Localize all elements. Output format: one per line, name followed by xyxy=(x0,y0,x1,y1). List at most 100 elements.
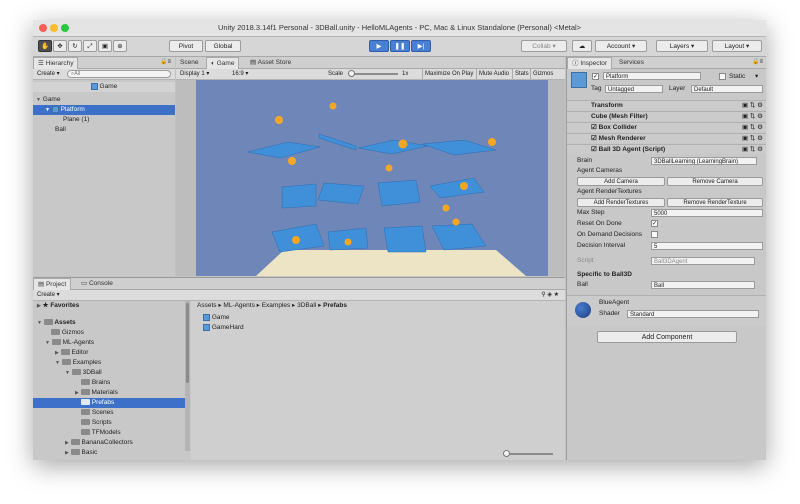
tab-scene[interactable]: Scene xyxy=(176,57,202,68)
hand-tool-icon[interactable]: ✋ xyxy=(38,40,52,52)
hierarchy-create-dropdown[interactable]: Create ▾ xyxy=(37,69,60,79)
tree-item-gizmos[interactable]: Gizmos xyxy=(51,328,84,338)
layers-dropdown[interactable]: Layers ▾ xyxy=(656,40,708,52)
breadcrumb-item[interactable]: Prefabs xyxy=(323,302,347,309)
hierarchy-search-input[interactable]: ⌕All xyxy=(67,70,171,78)
layout-dropdown[interactable]: Layout ▾ xyxy=(712,40,762,52)
component-header-ball3d-agent[interactable]: ☑ Ball 3D Agent (Script) ▣ ⇅ ⚙ xyxy=(567,144,766,154)
tab-game[interactable]: ◐ Game xyxy=(206,57,240,69)
rotate-tool-icon[interactable]: ↻ xyxy=(68,40,82,52)
scene-root-header[interactable]: Game xyxy=(33,82,175,92)
play-button[interactable]: ▶ xyxy=(369,40,389,52)
scrollbar-thumb[interactable] xyxy=(186,303,189,383)
tree-item-tfmodels[interactable]: TFModels xyxy=(81,428,121,438)
scale-slider[interactable] xyxy=(348,70,398,77)
tab-asset-store[interactable]: ▤ Asset Store xyxy=(246,57,295,68)
expand-arrow-icon[interactable]: ▶ xyxy=(65,440,69,446)
scale-slider-handle[interactable] xyxy=(348,70,355,77)
expand-arrow-icon[interactable]: ▶ xyxy=(65,450,69,456)
breadcrumb-item[interactable]: ML-Agents xyxy=(223,302,254,309)
expand-arrow-icon[interactable]: ▶ xyxy=(55,350,59,356)
move-tool-icon[interactable]: ✥ xyxy=(53,40,67,52)
step-button[interactable]: ▶| xyxy=(411,40,431,52)
panel-menu-icon[interactable]: 🔒≡ xyxy=(752,57,763,68)
remove-rendertexture-button[interactable]: Remove RenderTexture xyxy=(667,198,763,207)
tree-item-bananacollectors[interactable]: ▶ BananaCollectors xyxy=(65,438,133,448)
active-checkbox[interactable]: ✓ xyxy=(592,73,599,80)
breadcrumb-item[interactable]: Examples xyxy=(262,302,291,309)
close-window-button[interactable] xyxy=(39,24,47,32)
folder-tree-scrollbar[interactable] xyxy=(185,301,190,451)
component-enabled-checkbox[interactable]: ☑ xyxy=(591,135,597,142)
tree-item-3dball[interactable]: ▼ 3DBall xyxy=(65,368,102,378)
scale-tool-icon[interactable]: ⤢ xyxy=(83,40,97,52)
expand-arrow-icon[interactable]: ▼ xyxy=(45,340,50,346)
hierarchy-item-plane[interactable]: Plane (1) xyxy=(63,115,89,125)
minimize-window-button[interactable] xyxy=(50,24,58,32)
decision-interval-field[interactable]: 5 xyxy=(651,242,763,250)
aspect-dropdown[interactable]: 16:9 ▾ xyxy=(232,69,248,79)
component-enabled-checkbox[interactable]: ☑ xyxy=(591,146,597,153)
file-item-game[interactable]: Game xyxy=(203,313,230,323)
add-component-button[interactable]: Add Component xyxy=(597,331,737,343)
zoom-window-button[interactable] xyxy=(61,24,69,32)
tab-hierarchy[interactable]: ☰ Hierarchy xyxy=(33,57,79,69)
transform-tool-icon[interactable]: ⊕ xyxy=(113,40,127,52)
brain-object-field[interactable]: 3DBallLearning (LearningBrain) xyxy=(651,157,757,165)
hierarchy-item-game[interactable]: ▼ Game xyxy=(36,95,60,105)
add-rendertextures-button[interactable]: Add RenderTextures xyxy=(577,198,665,207)
max-step-field[interactable]: 5000 xyxy=(651,209,763,217)
component-menu-icons[interactable]: ▣ ⇅ ⚙ xyxy=(742,101,763,111)
tree-item-assets[interactable]: ▼ Assets xyxy=(37,318,76,328)
tree-item-examples[interactable]: ▼ Examples xyxy=(55,358,101,368)
expand-arrow-icon[interactable]: ▼ xyxy=(65,370,70,376)
component-menu-icons[interactable]: ▣ ⇅ ⚙ xyxy=(742,123,763,133)
tree-item-materials[interactable]: ▶ Materials xyxy=(75,388,118,398)
component-menu-icons[interactable]: ▣ ⇅ ⚙ xyxy=(742,112,763,122)
collab-button[interactable]: Collab ▾ xyxy=(521,40,567,52)
object-name-field[interactable]: Platform xyxy=(603,72,701,80)
global-toggle[interactable]: Global xyxy=(205,40,241,52)
ball-object-field[interactable]: Ball xyxy=(651,281,755,289)
component-header-box-collider[interactable]: ☑ Box Collider ▣ ⇅ ⚙ xyxy=(567,122,766,132)
component-header-mesh-renderer[interactable]: ☑ Mesh Renderer ▣ ⇅ ⚙ xyxy=(567,133,766,143)
tree-item-scenes[interactable]: Scenes xyxy=(81,408,114,418)
account-dropdown[interactable]: Account ▾ xyxy=(595,40,647,52)
static-checkbox[interactable] xyxy=(719,73,726,80)
component-enabled-checkbox[interactable]: ☑ xyxy=(591,124,597,131)
expand-arrow-icon[interactable]: ▼ xyxy=(45,107,50,113)
tab-project[interactable]: ▤ Project xyxy=(33,278,72,290)
tree-item-ml-agents[interactable]: ▼ ML-Agents xyxy=(45,338,94,348)
tab-console[interactable]: ▭ Console xyxy=(77,278,117,289)
static-dropdown-icon[interactable]: ▾ xyxy=(755,72,758,82)
reset-on-done-checkbox[interactable]: ✓ xyxy=(651,220,658,227)
remove-camera-button[interactable]: Remove Camera xyxy=(667,177,763,186)
tag-dropdown[interactable]: Untagged xyxy=(605,85,663,93)
hierarchy-item-platform[interactable]: ▼ Platform xyxy=(33,105,175,115)
favorites-item[interactable]: ▶ ★ Favorites xyxy=(37,301,79,311)
tree-item-brains[interactable]: Brains xyxy=(81,378,110,388)
tree-item-editor[interactable]: ▶ Editor xyxy=(55,348,88,358)
expand-arrow-icon[interactable]: ▼ xyxy=(37,320,42,326)
file-item-gamehard[interactable]: GameHard xyxy=(203,323,244,333)
expand-arrow-icon[interactable]: ▶ xyxy=(37,303,41,309)
stats-toggle[interactable]: Stats xyxy=(512,69,531,79)
icon-size-slider-handle[interactable] xyxy=(503,450,510,457)
breadcrumb-item[interactable]: Assets xyxy=(197,302,217,309)
hierarchy-item-ball[interactable]: Ball xyxy=(55,125,66,135)
tree-item-scripts[interactable]: Scripts xyxy=(81,418,112,428)
on-demand-decisions-checkbox[interactable] xyxy=(651,231,658,238)
tree-item-prefabs[interactable]: Prefabs xyxy=(33,398,185,408)
component-header-mesh-filter[interactable]: Cube (Mesh Filter) ▣ ⇅ ⚙ xyxy=(567,111,766,121)
panel-menu-icon[interactable]: 🔒≡ xyxy=(160,57,171,68)
icon-size-slider[interactable] xyxy=(503,450,553,457)
project-filter-icons[interactable]: ⚲ ◈ ★ xyxy=(541,290,559,300)
tab-services[interactable]: Services xyxy=(615,57,648,68)
mute-audio-toggle[interactable]: Mute Audio xyxy=(476,69,511,79)
gizmos-dropdown[interactable]: Gizmos xyxy=(530,69,555,79)
display-dropdown[interactable]: Display 1 ▾ xyxy=(180,69,209,79)
component-header-transform[interactable]: Transform ▣ ⇅ ⚙ xyxy=(567,100,766,110)
component-menu-icons[interactable]: ▣ ⇅ ⚙ xyxy=(742,134,763,144)
expand-arrow-icon[interactable]: ▶ xyxy=(75,390,79,396)
layer-dropdown[interactable]: Default xyxy=(691,85,763,93)
